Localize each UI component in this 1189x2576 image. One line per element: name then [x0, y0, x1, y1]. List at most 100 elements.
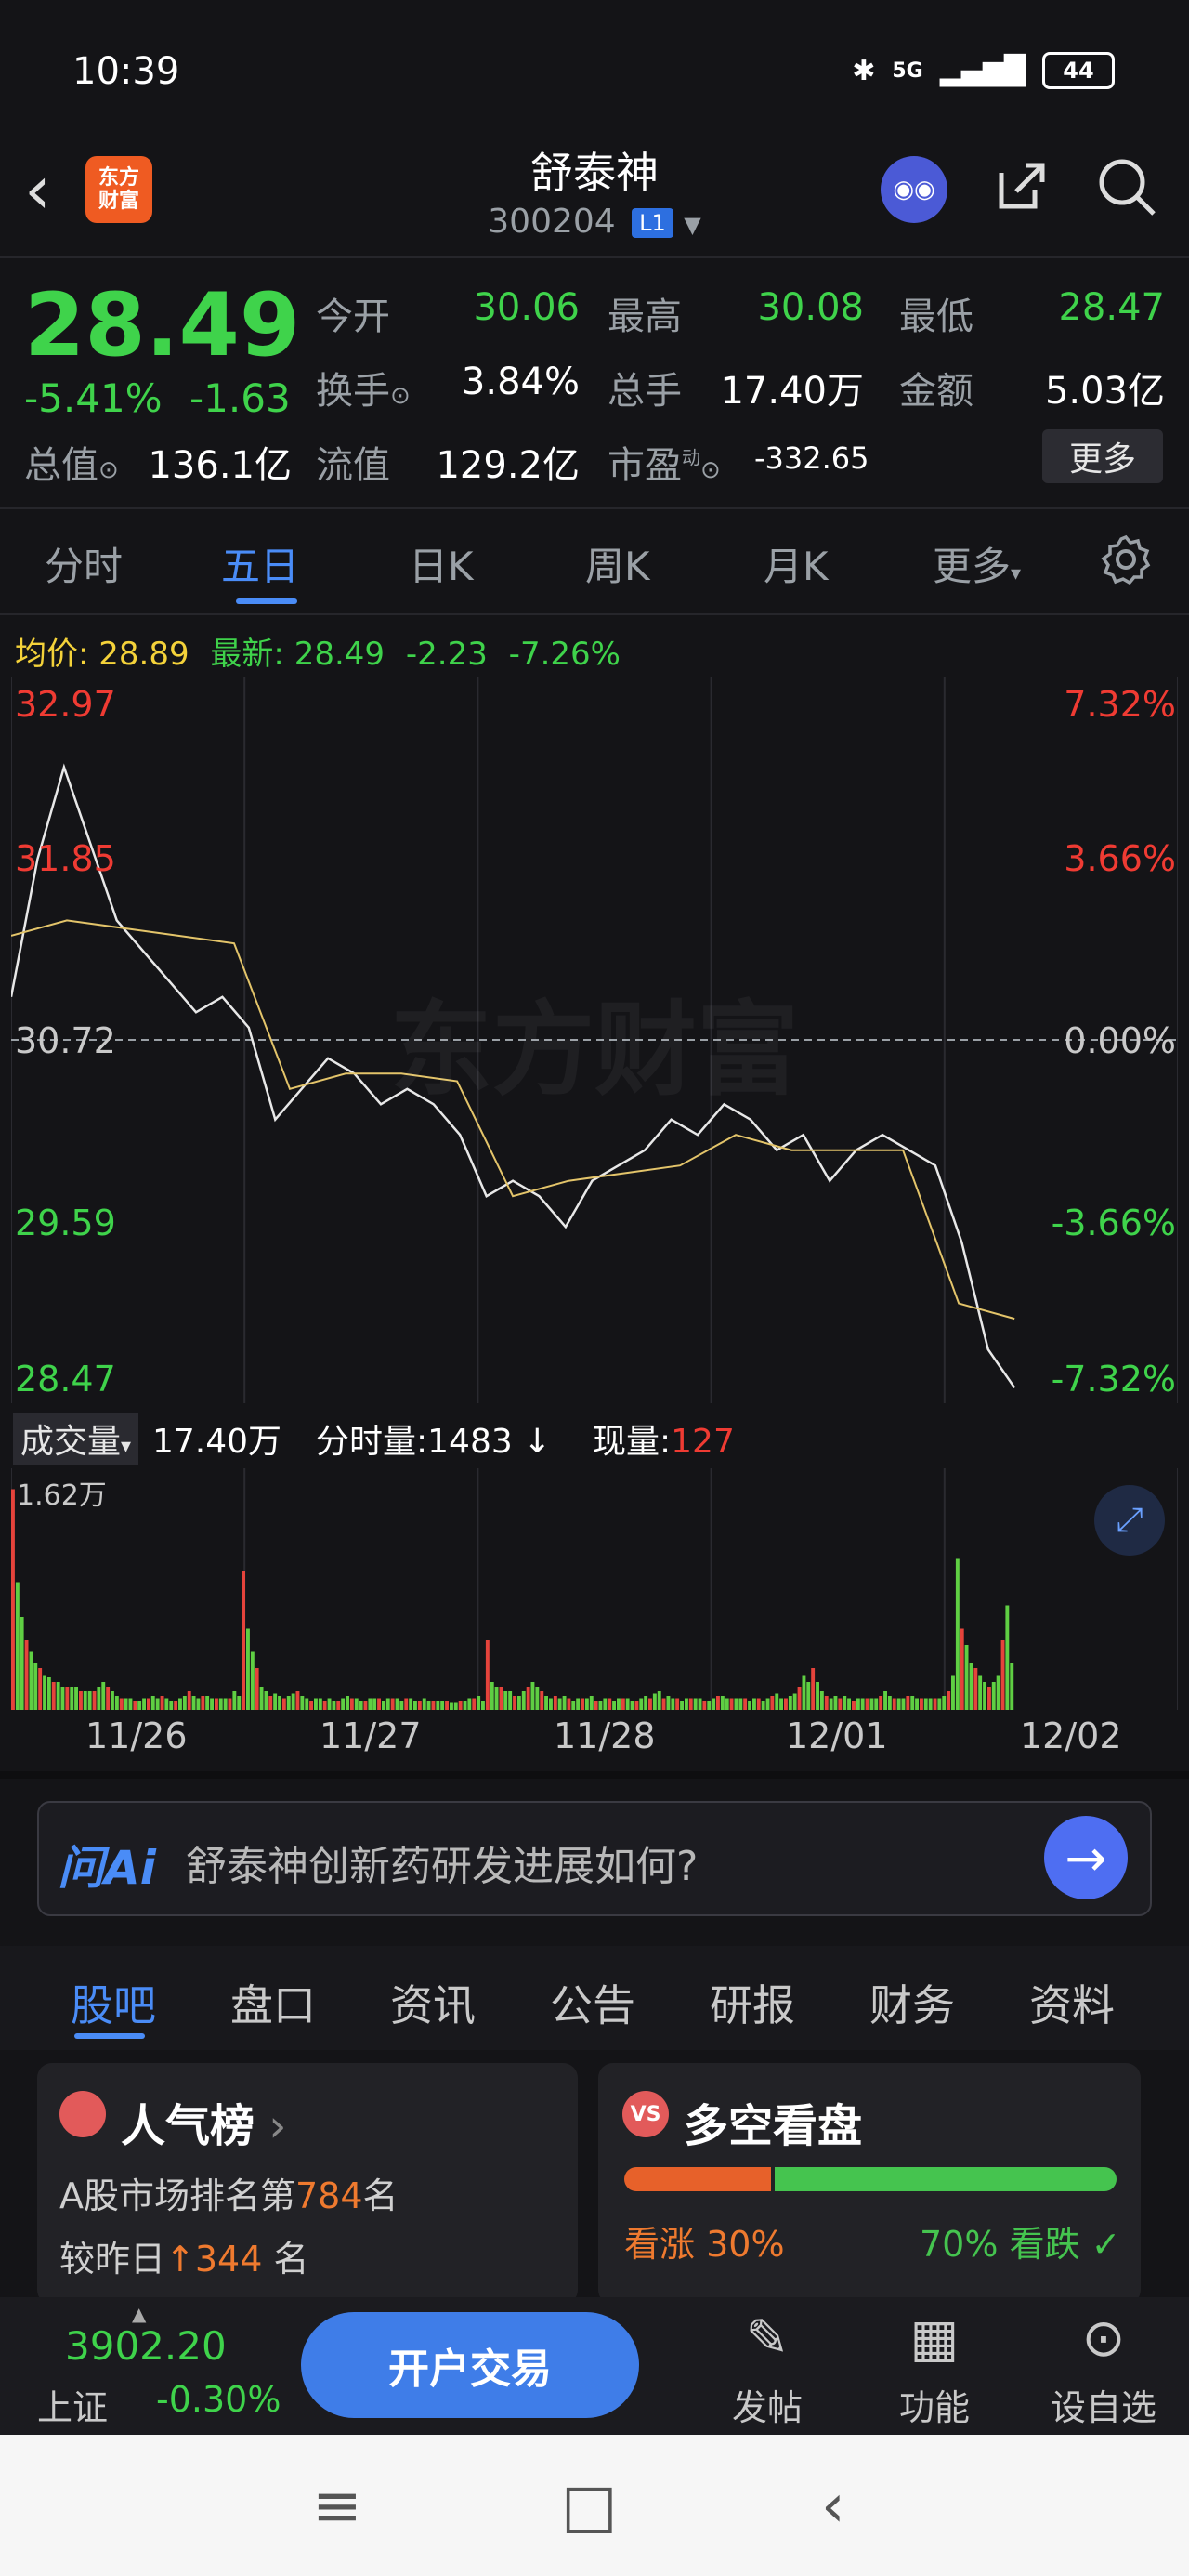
tab-research[interactable]: 研报 [710, 1972, 795, 2033]
x-date-label: 11/26 [85, 1715, 188, 1756]
volume-bar [20, 1617, 24, 1710]
volume-bar [46, 1677, 51, 1710]
tab-daily-k[interactable]: 日K [409, 535, 474, 592]
home-square-icon[interactable]: □ [561, 2472, 617, 2541]
pe-sup: 动 [682, 446, 700, 469]
volume-bar [341, 1698, 346, 1710]
tab-five-day[interactable]: 五日 [221, 535, 299, 592]
tab-weekly-k[interactable]: 周K [585, 535, 650, 592]
volume-bar [97, 1687, 101, 1710]
back-nav-icon[interactable]: ‹ [821, 2472, 845, 2541]
expand-icon[interactable]: ⤢ [1094, 1485, 1165, 1556]
signal-icon: ▂▄▆█ [939, 54, 1026, 87]
pe-label[interactable]: 市盈动⊙ [608, 435, 721, 489]
add-watchlist-button[interactable]: ⊙ 设自选 [1039, 2307, 1169, 2430]
tab-intraday[interactable]: 分时 [45, 535, 123, 592]
volume-bar [164, 1698, 169, 1710]
bull-text[interactable]: 看涨 30% [624, 2215, 785, 2267]
robot-assistant-icon[interactable]: ◉◉ [881, 156, 947, 223]
chevron-down-icon: ▾ [1011, 562, 1022, 585]
volume-bar [111, 1691, 114, 1710]
volume-bar [79, 1691, 83, 1710]
volume-bar [797, 1687, 802, 1710]
volume-bar [901, 1698, 906, 1710]
volume-bar [743, 1698, 748, 1710]
menu-icon[interactable]: ≡ [312, 2472, 362, 2541]
tab-forum[interactable]: 股吧 [71, 1972, 156, 2033]
volume-bar [712, 1698, 716, 1710]
volume-bar [372, 1698, 377, 1710]
turnover-label[interactable]: 换手⊙ [316, 361, 411, 414]
avg-value: 28.89 [98, 636, 189, 673]
volume-bar [644, 1696, 648, 1710]
tab-announcements[interactable]: 公告 [550, 1972, 635, 2033]
volume-indicator-select[interactable]: 成交量▾ [13, 1413, 139, 1465]
volume-bar [896, 1698, 901, 1710]
volume-bar [761, 1701, 765, 1710]
volume-bar [951, 1675, 955, 1710]
volume-bar [947, 1691, 951, 1710]
tab-news[interactable]: 资讯 [390, 1972, 476, 2033]
volume-bar [707, 1701, 712, 1710]
volume-bar [346, 1696, 349, 1710]
search-icon[interactable] [1096, 156, 1157, 217]
tab-order-book[interactable]: 盘口 [230, 1972, 316, 2033]
volume-bar [409, 1698, 413, 1710]
volume-total: 17.40万 [152, 1423, 282, 1461]
amount-value: 5.03亿 [1044, 370, 1165, 413]
x-date-label: 12/02 [1020, 1715, 1122, 1756]
tab-profile[interactable]: 资料 [1029, 1972, 1115, 2033]
tab-more[interactable]: 更多▾ [933, 535, 1021, 592]
volume-bar [567, 1698, 571, 1710]
volume-bar [15, 1582, 20, 1710]
ai-question-text[interactable]: 舒泰神创新药研发进展如何? [186, 1833, 698, 1892]
index-name[interactable]: 上证 [37, 2379, 108, 2430]
arrow-right-icon[interactable]: → [1044, 1816, 1128, 1899]
battery-icon: 44 [1042, 52, 1115, 89]
functions-button[interactable]: ▦ 功能 [869, 2307, 1000, 2430]
volume-bar [1005, 1605, 1010, 1710]
volume-bar [508, 1691, 513, 1710]
settings-gear-icon[interactable] [1100, 533, 1152, 585]
arrow-down-icon: ↓ [512, 1423, 552, 1461]
volume-bar [196, 1698, 201, 1710]
volume-bar [119, 1698, 124, 1710]
rank-suffix: 名 [362, 2175, 399, 2216]
volume-bar [716, 1696, 720, 1710]
more-button[interactable]: 更多 [1042, 429, 1163, 483]
volume-bar [540, 1691, 544, 1710]
volume-bar [160, 1696, 164, 1710]
index-change[interactable]: -0.30% [156, 2379, 281, 2420]
bear-text[interactable]: 70% 看跌 ✓ [920, 2215, 1121, 2267]
volume-bar [237, 1696, 242, 1710]
change-percent: -5.41% [24, 375, 163, 421]
index-value[interactable]: 3902.20 [65, 2323, 227, 2369]
volume-bar [445, 1701, 449, 1710]
bear-pct: 70% [920, 2224, 999, 2265]
volume-bar [137, 1701, 142, 1710]
volume-bar [33, 1663, 38, 1710]
volume-chart[interactable] [11, 1468, 1178, 1710]
volume-bar [268, 1696, 273, 1710]
post-button[interactable]: ✎ 发帖 [702, 2307, 832, 2430]
volume-label: 总手 [608, 370, 682, 413]
stock-code: 300204 [488, 203, 616, 241]
grid-icon: ▦ [909, 2308, 960, 2369]
volume-bar [788, 1696, 792, 1710]
open-account-trade-button[interactable]: 开户交易 [301, 2312, 639, 2418]
volume-bar [557, 1698, 562, 1710]
volume-bar [594, 1701, 598, 1710]
latest-change: -2.23 [405, 636, 488, 673]
bull-bar [624, 2167, 771, 2191]
x-date-label: 11/28 [554, 1715, 656, 1756]
volume-bar [725, 1698, 729, 1710]
mktcap-label[interactable]: 总值⊙ [24, 435, 119, 489]
volume-bar [128, 1698, 133, 1710]
tab-monthly-k[interactable]: 月K [764, 535, 829, 592]
volume-bar [56, 1682, 60, 1710]
volume-bar [752, 1698, 756, 1710]
rank-change-number: 344 [194, 2239, 263, 2280]
volume-bar [617, 1698, 621, 1710]
tab-financials[interactable]: 财务 [869, 1972, 955, 2033]
share-icon[interactable] [994, 158, 1050, 214]
